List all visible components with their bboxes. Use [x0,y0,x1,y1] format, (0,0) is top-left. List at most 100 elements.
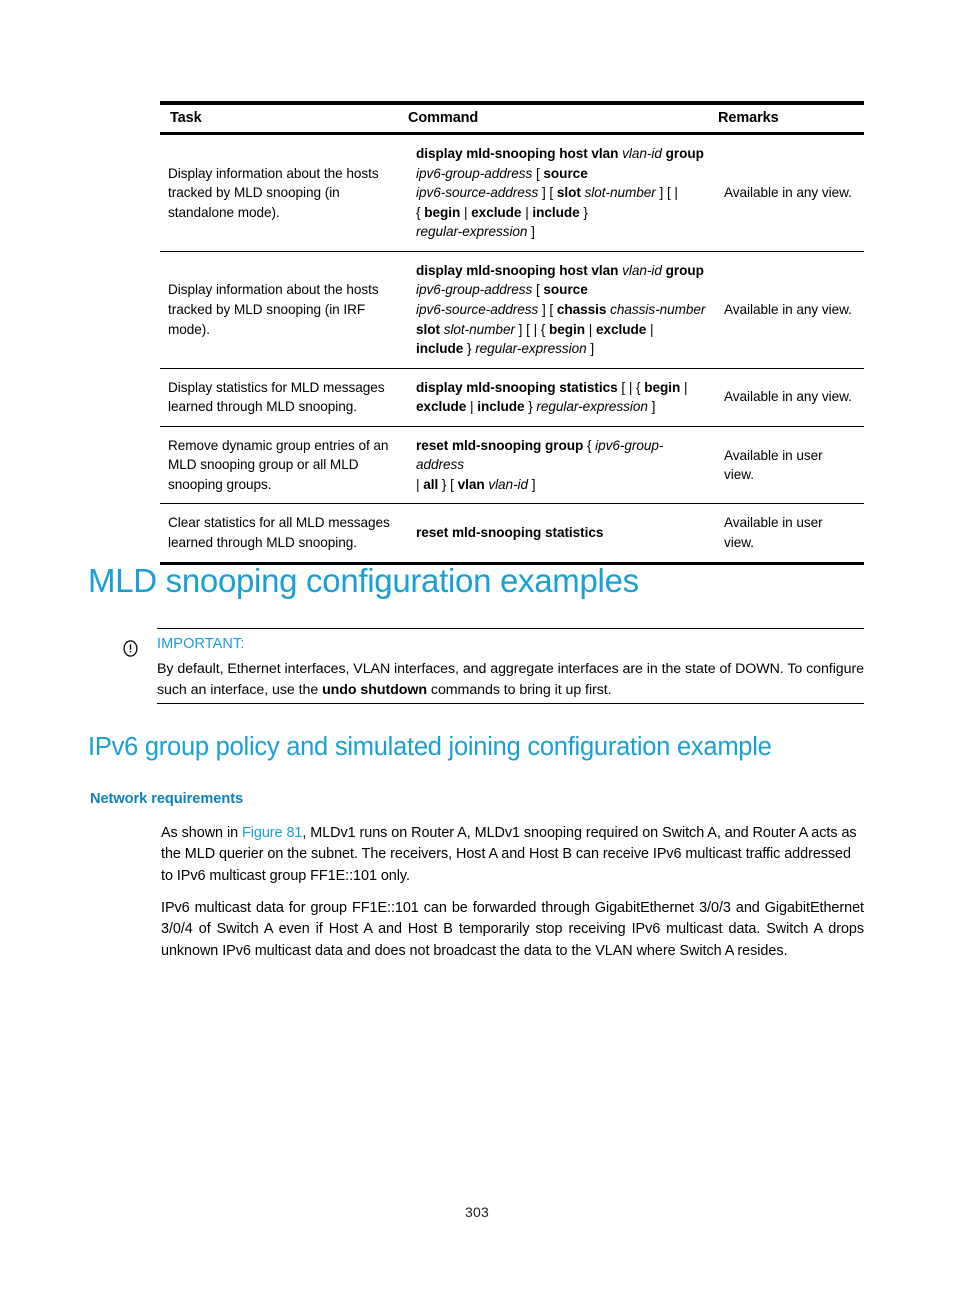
cell-remarks: Available in any view. [716,368,864,427]
command-syntax: ] [590,341,595,357]
command-keyword: display mld-snooping statistics [416,379,622,395]
command-keyword: display mld-snooping host vlan [416,262,623,278]
command-keyword: include [416,341,467,357]
table-row: Display information about the hosts trac… [160,133,864,252]
command-syntax: ] [ [541,185,557,201]
note-text: By default, Ethernet interfaces, VLAN in… [157,659,864,701]
command-parameter: slot-number [584,185,660,201]
note-title: IMPORTANT: [157,636,245,652]
command-keyword: begin [644,379,684,395]
note-top-rule [157,628,864,630]
command-parameter: regular-expression [416,224,532,240]
command-parameter: vlan-id [622,262,666,278]
command-keyword: slot [416,321,444,337]
command-keyword: slot [556,185,585,201]
command-keyword: chassis [556,301,611,317]
command-keyword: include [532,204,584,220]
subsection-title-network-requirements: Network requirements [90,791,244,807]
command-line: ipv6-source-address ] [ chassis chassis-… [416,300,708,320]
note-bottom-rule [157,703,864,705]
command-keyword: source [543,165,588,181]
command-line: reset mld-snooping group { ipv6-group-ad… [416,436,708,475]
command-parameter: ipv6-group-address [416,282,536,298]
command-syntax: { [416,204,425,220]
page-number: 303 [465,1204,489,1220]
column-header-task: Task [160,101,408,135]
command-parameter: chassis-number [610,301,706,317]
command-syntax: | [649,321,654,337]
command-syntax: | [588,321,596,337]
command-line: { begin | exclude | include } [416,203,708,223]
command-line: display mld-snooping host vlan vlan-id g… [416,261,708,281]
command-keyword: reset mld-snooping group [416,437,587,453]
cell-command: reset mld-snooping statistics [408,503,716,565]
table-row: Display information about the hosts trac… [160,251,864,369]
cell-remarks: Available in user view. [716,426,864,505]
cell-remarks: Available in user view. [716,503,864,565]
command-parameter: vlan-id [488,476,532,492]
command-line: exclude | include } regular-expression ] [416,397,708,417]
command-syntax: ] [531,224,535,240]
table-row: Clear statistics for all MLD messages le… [160,503,864,565]
command-line: reset mld-snooping statistics [416,523,708,543]
page-title-mld-snooping-configuration-examples: MLD snooping configuration examples [88,562,639,599]
command-syntax: ] [ | { [518,321,549,337]
command-line: display mld-snooping statistics [ | { be… [416,378,708,398]
command-syntax: ] [ [541,301,557,317]
column-header-command: Command [408,101,716,135]
command-parameter: ipv6-source-address [416,185,542,201]
cell-command: display mld-snooping statistics [ | { be… [408,368,716,427]
command-line: display mld-snooping host vlan vlan-id g… [416,144,708,164]
figure-81-link[interactable]: Figure 81 [242,825,302,841]
cell-task: Display information about the hosts trac… [160,251,408,369]
paragraph-network-requirements-2: IPv6 multicast data for group FF1E::101 … [161,900,864,959]
command-keyword: reset mld-snooping statistics [416,525,604,541]
command-line: ipv6-group-address [ source [416,280,708,300]
note-body: IMPORTANT: By default, Ethernet interfac… [157,636,864,701]
document-page: Task Command Remarks Display information… [0,0,954,1296]
cell-remarks: Available in any view. [716,133,864,252]
command-line: ipv6-group-address [ source [416,164,708,184]
note-text-bold-command: undo shutdown [322,682,428,699]
command-keyword: include [477,399,529,415]
cell-command: display mld-snooping host vlan vlan-id g… [408,133,716,252]
command-keyword: exclude [595,321,650,337]
command-parameter: ipv6-source-address [416,301,542,317]
command-keyword: exclude [471,204,526,220]
command-keyword: all [423,476,442,492]
cell-command: reset mld-snooping group { ipv6-group-ad… [408,426,716,505]
command-keyword: source [543,282,588,298]
command-parameter: slot-number [443,321,519,337]
cell-task: Display statistics for MLD messages lear… [160,368,408,427]
command-syntax: ] [531,476,536,492]
section-title-ipv6-group-policy: IPv6 group policy and simulated joining … [88,733,772,761]
exclamation-circle-icon [122,640,139,657]
command-parameter: regular-expression [536,399,652,415]
command-syntax: ] [651,399,656,415]
command-line: slot slot-number ] [ | { begin | exclude… [416,320,708,340]
command-syntax: { [586,437,596,453]
paragraph-1-text-a: As shown in [161,825,242,841]
command-syntax: } [466,341,476,357]
table-body: Display information about the hosts trac… [160,133,864,565]
command-keyword: vlan [457,476,489,492]
command-keyword: begin [424,204,464,220]
command-line: include } regular-expression ] [416,339,708,359]
table-row: Remove dynamic group entries of an MLD s… [160,426,864,505]
command-parameter: regular-expression [475,341,591,357]
cell-task: Display information about the hosts trac… [160,133,408,252]
paragraph-network-requirements-1: As shown in Figure 81, MLDv1 runs on Rou… [161,823,864,887]
cell-command: display mld-snooping host vlan vlan-id g… [408,251,716,369]
command-keyword: group [665,146,704,161]
command-line: regular-expression ] [416,222,708,242]
command-syntax: | [684,379,688,395]
command-syntax: } [583,204,588,220]
command-line: ipv6-source-address ] [ slot slot-number… [416,183,708,203]
command-parameter: vlan-id [622,146,666,161]
note-text-part-2: commands to bring it up first. [427,682,612,699]
command-syntax: ] [ | [659,185,678,201]
command-line: | all } [ vlan vlan-id ] [416,475,708,495]
table-header-row: Task Command Remarks [160,101,864,135]
command-parameter: ipv6-group-address [416,165,536,181]
table-header: Task Command Remarks [160,101,864,135]
